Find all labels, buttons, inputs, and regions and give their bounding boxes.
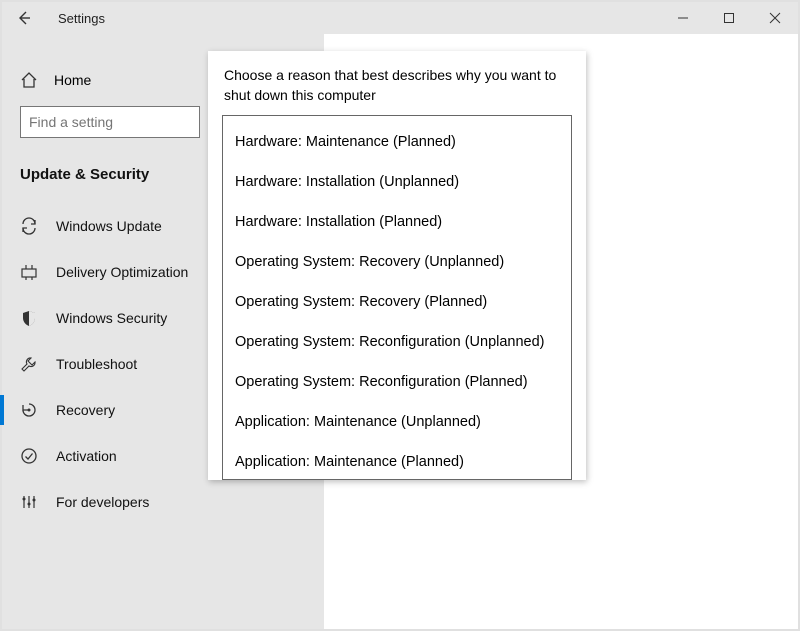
close-icon bbox=[769, 12, 781, 24]
arrow-left-icon bbox=[16, 10, 32, 26]
reason-option[interactable]: Operating System: Reconfiguration (Plann… bbox=[223, 362, 571, 402]
reason-listbox[interactable]: Hardware: Maintenance (Planned)Hardware:… bbox=[222, 115, 572, 480]
sidebar-item-label: Activation bbox=[56, 448, 117, 464]
reason-option[interactable]: Hardware: Maintenance (Planned) bbox=[223, 122, 571, 162]
reason-option[interactable]: Application: Maintenance (Unplanned) bbox=[223, 402, 571, 442]
window-controls bbox=[660, 2, 798, 34]
home-label: Home bbox=[54, 72, 91, 88]
wrench-icon bbox=[20, 355, 38, 373]
sidebar-item-label: Delivery Optimization bbox=[56, 264, 188, 280]
sidebar-item-label: Windows Update bbox=[56, 218, 162, 234]
window-title: Settings bbox=[46, 11, 105, 26]
reason-option[interactable]: Operating System: Recovery (Unplanned) bbox=[223, 242, 571, 282]
dialog-prompt: Choose a reason that best describes why … bbox=[224, 65, 570, 115]
home-icon bbox=[20, 71, 38, 89]
reason-option[interactable]: Hardware: Installation (Unplanned) bbox=[223, 162, 571, 202]
sidebar-item-label: Troubleshoot bbox=[56, 356, 137, 372]
check-icon bbox=[20, 447, 38, 465]
close-button[interactable] bbox=[752, 2, 798, 34]
reason-option[interactable]: Operating System: Recovery (Planned) bbox=[223, 282, 571, 322]
recovery-icon bbox=[20, 401, 38, 419]
titlebar: Settings bbox=[2, 2, 798, 34]
back-button[interactable] bbox=[2, 2, 46, 34]
maximize-icon bbox=[723, 12, 735, 24]
delivery-icon bbox=[20, 263, 38, 281]
reason-option[interactable]: Operating System: Reconfiguration (Unpla… bbox=[223, 322, 571, 362]
reason-option[interactable]: Application: Maintenance (Planned) bbox=[223, 442, 571, 480]
sidebar-item-label: Windows Security bbox=[56, 310, 167, 326]
maximize-button[interactable] bbox=[706, 2, 752, 34]
settings-window: Settings Home Update & Secur bbox=[0, 0, 800, 631]
tools-icon bbox=[20, 493, 38, 511]
shutdown-reason-dialog: Choose a reason that best describes why … bbox=[208, 51, 586, 480]
shield-icon bbox=[20, 309, 38, 327]
reason-option[interactable]: Hardware: Installation (Planned) bbox=[223, 202, 571, 242]
sidebar-item-label: Recovery bbox=[56, 402, 115, 418]
minimize-icon bbox=[677, 12, 689, 24]
minimize-button[interactable] bbox=[660, 2, 706, 34]
sidebar-item-for-developers[interactable]: For developers bbox=[2, 479, 324, 525]
cycle-icon bbox=[20, 217, 38, 235]
sidebar-item-label: For developers bbox=[56, 494, 149, 510]
search-input[interactable] bbox=[20, 106, 200, 138]
